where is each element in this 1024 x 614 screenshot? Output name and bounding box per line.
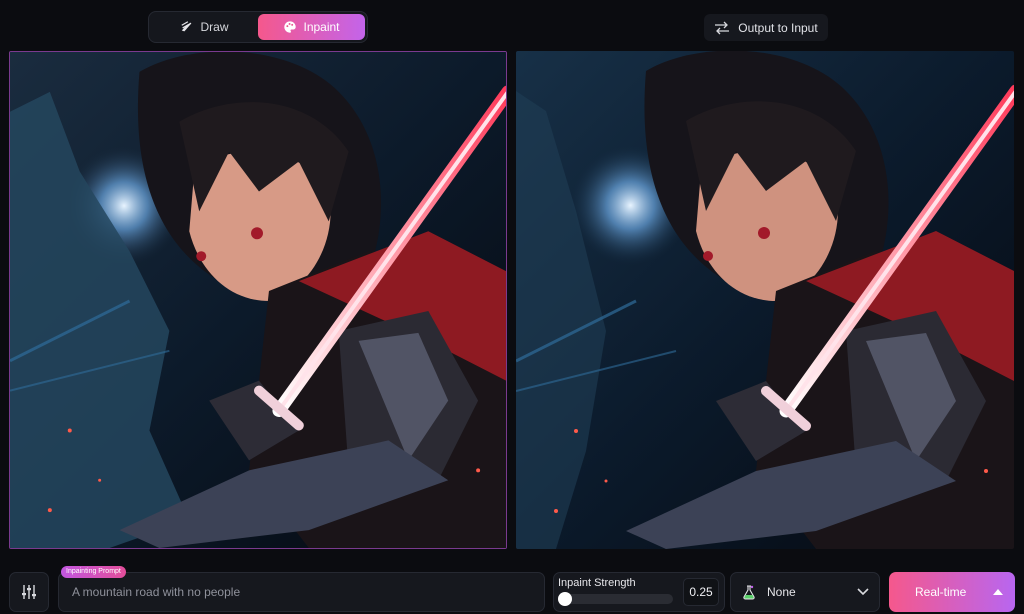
output-to-input-label: Output to Input	[738, 20, 818, 35]
output-to-input-button[interactable]: Output to Input	[704, 14, 828, 41]
style-select-value: None	[767, 585, 796, 599]
settings-button[interactable]	[9, 572, 49, 612]
chevron-down-icon	[857, 588, 869, 596]
brush-icon	[181, 21, 192, 32]
input-canvas[interactable]	[9, 51, 507, 549]
strength-slider-thumb[interactable]	[558, 592, 572, 606]
strength-slider-track[interactable]	[559, 594, 673, 604]
input-anime-image	[10, 52, 506, 548]
draw-mode-button[interactable]: Draw	[151, 14, 258, 40]
style-select[interactable]: None	[730, 572, 880, 612]
flask-icon	[743, 585, 755, 600]
realtime-label: Real-time	[915, 585, 967, 599]
mode-toggle: Draw Inpaint	[148, 11, 368, 43]
draw-mode-label: Draw	[200, 20, 229, 34]
output-anime-image	[516, 51, 1014, 549]
inpaint-mode-label: Inpaint	[303, 20, 340, 34]
realtime-button[interactable]: Real-time	[889, 572, 1015, 612]
prompt-tag: Inpainting Prompt	[61, 566, 126, 578]
sliders-icon	[22, 585, 36, 599]
swap-arrows-icon	[715, 21, 730, 34]
inpaint-mode-button[interactable]: Inpaint	[258, 14, 365, 40]
strength-label: Inpaint Strength	[558, 577, 636, 589]
caret-up-icon	[993, 589, 1003, 595]
output-canvas	[516, 51, 1014, 549]
strength-value[interactable]: 0.25	[683, 578, 719, 606]
palette-icon	[284, 21, 297, 33]
inpainting-prompt-input[interactable]	[72, 583, 532, 601]
